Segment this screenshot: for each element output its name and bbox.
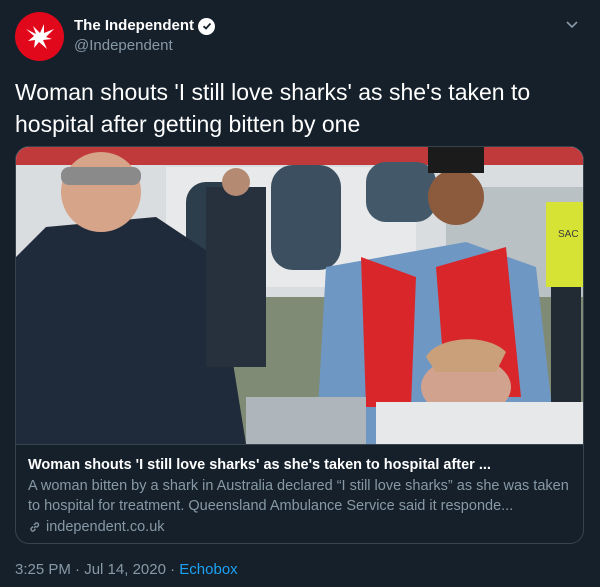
account-handle[interactable]: @Independent bbox=[74, 36, 215, 56]
tweet-meta: 3:25 PM · Jul 14, 2020 · Echobox bbox=[15, 560, 238, 580]
card-description: A woman bitten by a shark in Australia d… bbox=[28, 478, 569, 514]
tweet-source[interactable]: Echobox bbox=[179, 561, 237, 578]
card-domain-text[interactable]: independent.co.uk bbox=[46, 517, 165, 537]
card-photo: SAC bbox=[16, 147, 583, 444]
chevron-down-icon[interactable] bbox=[565, 17, 579, 31]
link-card[interactable]: SAC Woman shouts 'I still love sharks' a… bbox=[15, 146, 584, 544]
account-names: The Independent @Independent bbox=[74, 16, 215, 56]
display-name[interactable]: The Independent bbox=[74, 16, 215, 36]
tweet-text: Woman shouts 'I still love sharks' as sh… bbox=[15, 79, 531, 137]
meta-separator: · bbox=[75, 561, 81, 578]
link-icon bbox=[30, 522, 40, 532]
verified-badge-icon bbox=[198, 17, 215, 35]
display-name-text[interactable]: The Independent bbox=[74, 16, 194, 36]
card-title[interactable]: Woman shouts 'I still love sharks' as sh… bbox=[28, 455, 571, 475]
tweet-date[interactable]: Jul 14, 2020 bbox=[84, 561, 166, 578]
tweet-time[interactable]: 3:25 PM bbox=[15, 561, 71, 578]
meta-separator-2: · bbox=[170, 561, 176, 578]
vest-text: SAC bbox=[558, 229, 579, 240]
card-body[interactable]: Woman shouts 'I still love sharks' as sh… bbox=[16, 444, 583, 543]
tweet: The Independent @Independent Woman shout… bbox=[0, 0, 600, 587]
tweet-header: The Independent @Independent bbox=[15, 12, 585, 62]
eagle-logo-icon bbox=[25, 23, 54, 49]
card-image[interactable]: SAC bbox=[16, 147, 583, 444]
card-domain[interactable]: independent.co.uk bbox=[28, 517, 571, 537]
avatar[interactable] bbox=[15, 12, 64, 61]
